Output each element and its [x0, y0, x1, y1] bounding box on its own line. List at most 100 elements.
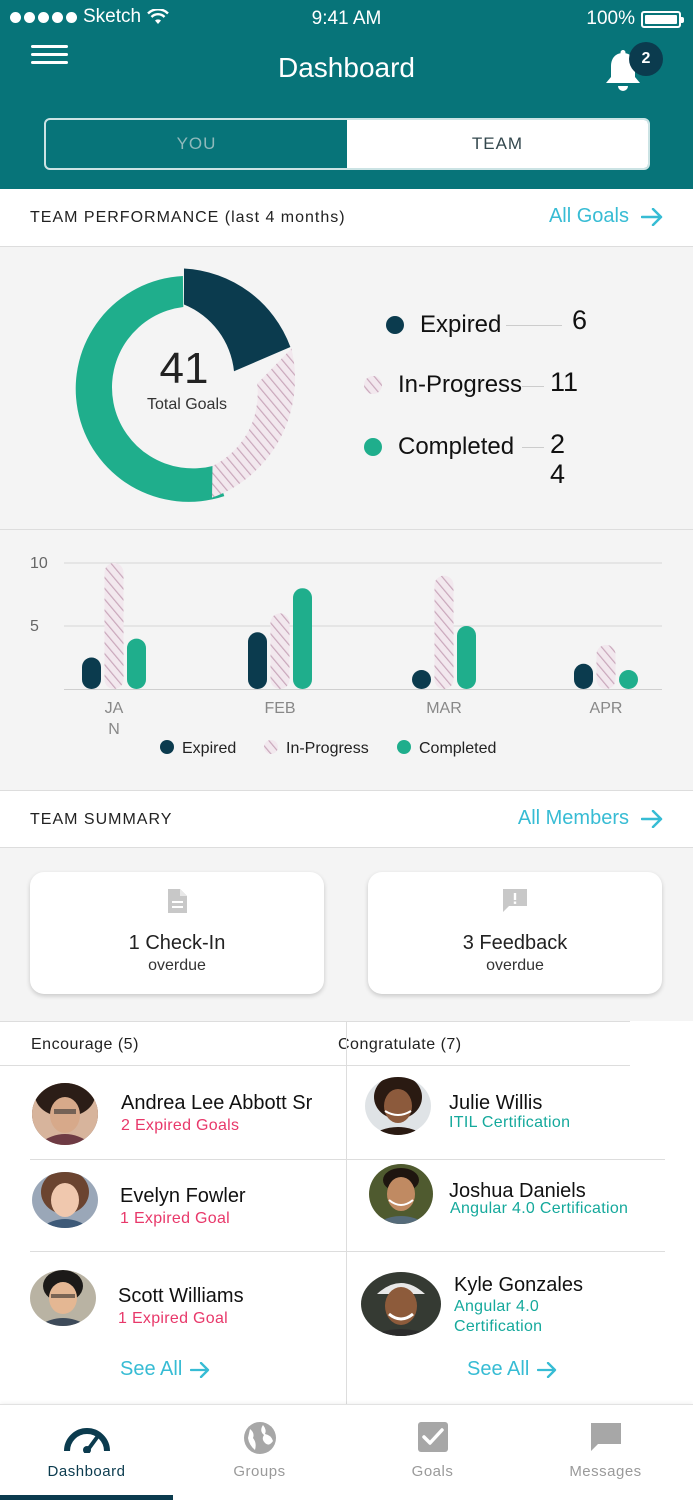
- legend-completed-value-1: 2: [550, 429, 566, 459]
- legend-swatch-expired: [160, 740, 174, 754]
- tab-dashboard-label: Dashboard: [47, 1463, 126, 1480]
- monthly-bar-chart: 10 5 JA N FEB MAR APR Expired In-Progress Complet…: [30, 555, 662, 757]
- person-achievement: ITIL Certification: [449, 1114, 571, 1131]
- legend-swatch-in-progress: [264, 740, 278, 754]
- all-members-link[interactable]: All Members: [518, 807, 663, 830]
- legend-completed-label: Completed: [398, 433, 515, 460]
- person-status: 2 Expired Goals: [121, 1117, 240, 1134]
- page-title: Dashboard: [278, 52, 415, 83]
- person-name: Scott Williams: [118, 1285, 244, 1307]
- arrow-right-icon: [537, 1361, 557, 1378]
- legend-leader-line: [506, 325, 562, 326]
- legend-in-progress-label: In-Progress: [398, 371, 523, 398]
- encourage-item[interactable]: Evelyn Fowler 1 Expired Goal: [0, 1160, 346, 1252]
- legend-label-in-progress: In-Progress: [286, 740, 369, 757]
- feedback-card[interactable]: 3 Feedback overdue: [368, 872, 662, 994]
- avatar: [365, 1077, 431, 1135]
- legend-leader-line: [522, 447, 544, 448]
- arrow-right-icon: [641, 207, 663, 226]
- legend-in-progress-value: 11: [550, 367, 579, 397]
- tab-groups[interactable]: Groups: [173, 1405, 346, 1500]
- bar-mar-in-progress: [434, 575, 454, 689]
- tab-messages-label: Messages: [569, 1463, 642, 1480]
- see-all-label: See All: [467, 1358, 530, 1380]
- congratulate-see-all-link[interactable]: See All: [467, 1358, 557, 1381]
- bar-jan-expired: [82, 657, 101, 689]
- legend-completed: Completed: [364, 433, 514, 461]
- encourage-item[interactable]: Scott Williams 1 Expired Goal: [0, 1252, 346, 1344]
- legend-swatch-completed: [397, 740, 411, 754]
- x-tick-label: JA: [105, 700, 124, 717]
- expired-dot-icon: [386, 316, 404, 334]
- tab-goals-label: Goals: [411, 1463, 454, 1480]
- x-tick-label: FEB: [264, 700, 295, 717]
- person-achievement: Angular 4.0 Certification: [450, 1200, 629, 1217]
- congratulate-header: Congratulate (7): [338, 1021, 630, 1066]
- tab-team[interactable]: TEAM: [347, 120, 648, 168]
- checkin-status: overdue: [148, 957, 206, 974]
- legend-completed-value-2: 4: [550, 459, 566, 489]
- total-goals-label: Total Goals: [146, 396, 228, 413]
- arrow-right-icon: [641, 809, 663, 828]
- person-name: Julie Willis: [449, 1092, 543, 1114]
- feedback-status: overdue: [486, 957, 544, 974]
- legend-expired-value: 6: [572, 305, 588, 335]
- tab-you[interactable]: YOU: [46, 120, 347, 168]
- globe-icon: [243, 1422, 276, 1454]
- tab-groups-label: Groups: [233, 1463, 286, 1480]
- y-tick-label: 5: [30, 618, 39, 635]
- congratulate-title: Congratulate (7): [338, 1036, 462, 1053]
- checkbox-icon: [417, 1422, 448, 1452]
- x-tick-label: N: [108, 721, 120, 738]
- avatar: [32, 1172, 98, 1228]
- people-lists: Encourage (5) Congratulate (7) Andrea Le…: [0, 1021, 693, 1404]
- person-name: Andrea Lee Abbott Sr: [121, 1092, 313, 1114]
- tab-dashboard[interactable]: Dashboard: [0, 1405, 173, 1500]
- feedback-count: 3 Feedback: [462, 932, 568, 954]
- legend-label-completed: Completed: [419, 740, 496, 757]
- bar-mar-expired: [412, 670, 431, 689]
- congratulate-item[interactable]: Kyle Gonzales Angular 4.0 Certification: [347, 1252, 693, 1344]
- bar-apr-in-progress: [596, 644, 616, 689]
- view-toggle: YOU TEAM: [44, 118, 650, 170]
- person-status: 1 Expired Goal: [118, 1310, 229, 1327]
- in-progress-dot-icon: [364, 376, 382, 394]
- summary-header: TEAM SUMMARY All Members: [0, 790, 693, 848]
- congratulate-item[interactable]: Joshua Daniels Angular 4.0 Certification: [347, 1160, 693, 1252]
- checkin-count: 1 Check-In: [128, 932, 226, 954]
- bar-feb-in-progress: [270, 613, 290, 689]
- encourage-title: Encourage (5): [31, 1036, 139, 1053]
- monthly-bar-chart-panel: 10 5 JA N FEB MAR APR Expired In-Progress Complet…: [0, 529, 693, 791]
- see-all-label: See All: [120, 1358, 183, 1380]
- person-achievement-line-1: Angular 4.0: [454, 1298, 540, 1315]
- tab-goals[interactable]: Goals: [346, 1405, 519, 1500]
- all-goals-link[interactable]: All Goals: [549, 205, 663, 228]
- bar-jan-completed: [127, 638, 146, 689]
- congratulate-item[interactable]: Julie Willis ITIL Certification: [347, 1067, 693, 1159]
- battery-percent: 100%: [586, 8, 635, 29]
- encourage-see-all-link[interactable]: See All: [120, 1358, 210, 1381]
- encourage-header: Encourage (5): [0, 1021, 346, 1066]
- person-achievement-line-2: Certification: [454, 1318, 543, 1335]
- legend-in-progress: In-Progress: [364, 371, 522, 399]
- performance-donut-panel: 41 Total Goals Expired 6 In-Progress 11 …: [0, 247, 693, 529]
- legend-label-expired: Expired: [182, 740, 236, 757]
- summary-title: TEAM SUMMARY: [30, 811, 173, 828]
- bar-apr-completed: [619, 670, 638, 689]
- legend-expired: Expired: [386, 311, 501, 339]
- x-tick-label: MAR: [426, 700, 462, 717]
- avatar: [361, 1272, 441, 1336]
- all-members-label: All Members: [517, 807, 629, 829]
- avatar: [32, 1083, 98, 1145]
- tab-messages[interactable]: Messages: [519, 1405, 692, 1500]
- bar-apr-expired: [574, 663, 593, 689]
- donut-center: 41 Total Goals: [58, 268, 310, 506]
- battery-info: 100%: [586, 8, 684, 30]
- encourage-item[interactable]: Andrea Lee Abbott Sr 2 Expired Goals: [0, 1067, 346, 1159]
- completed-dot-icon: [364, 438, 382, 456]
- all-goals-label: All Goals: [548, 205, 629, 227]
- status-bar: Sketch 9:41 AM 100%: [0, 0, 693, 36]
- notifications-button[interactable]: 2: [603, 42, 663, 92]
- gauge-icon: [63, 1428, 110, 1453]
- checkin-card[interactable]: 1 Check-In overdue: [30, 872, 324, 994]
